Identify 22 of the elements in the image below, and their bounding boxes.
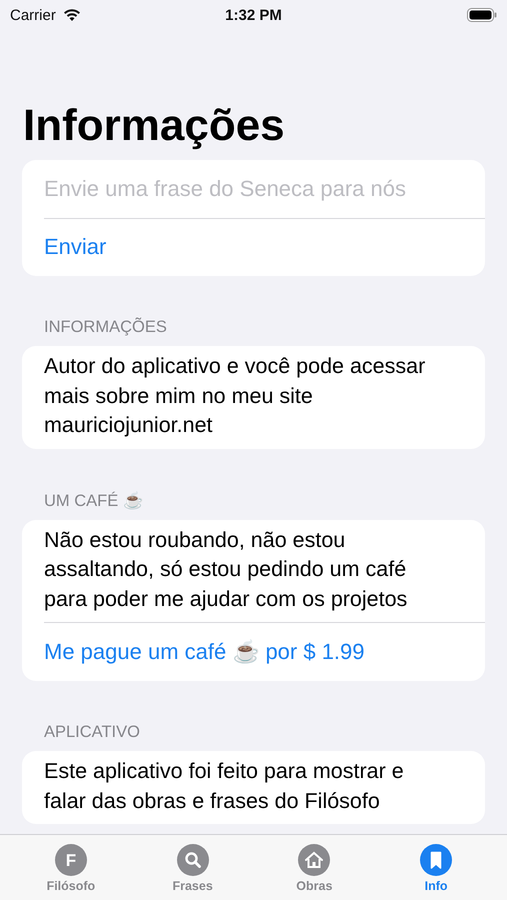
page-title: Informações bbox=[23, 102, 286, 150]
section-header: UM CAFÉ ☕ bbox=[44, 490, 145, 511]
battery-icon bbox=[466, 8, 497, 22]
buy-coffee-link[interactable]: Me pague um café ☕ por $ 1.99 bbox=[22, 623, 485, 682]
tab[interactable]: Info bbox=[386, 835, 486, 900]
section-text: Autor do aplicativo e você pode acessar mais sobre mim no meu site mauriciojunior.net bbox=[43, 353, 426, 440]
send-button[interactable]: Enviar bbox=[22, 218, 485, 276]
section-text: Este aplicativo foi feito para mostrar e falar das obras e frases do Filósofo bbox=[43, 758, 405, 815]
tab[interactable]: Frases bbox=[142, 835, 243, 900]
house-icon bbox=[298, 844, 330, 876]
search-icon bbox=[176, 844, 209, 876]
section-header: APLICATIVO bbox=[44, 723, 141, 742]
bookmark-icon bbox=[420, 844, 452, 876]
wifi-icon bbox=[62, 8, 82, 22]
phrase-input-field[interactable]: Envie uma frase do Seneca para nós bbox=[22, 160, 485, 218]
section-header: INFORMAÇÕES bbox=[44, 318, 168, 338]
status-time: 1:32 PM bbox=[225, 6, 282, 24]
carrier-name: Carrier bbox=[10, 6, 56, 24]
tab[interactable]: Obras bbox=[264, 835, 364, 900]
letter-icon: F bbox=[54, 844, 87, 876]
tab[interactable]: F Filósofo bbox=[20, 835, 121, 900]
section-text: Não estou roubando, não estou assaltando, só estou pedindo um café para poder me ajudar com os projetos bbox=[43, 526, 408, 613]
